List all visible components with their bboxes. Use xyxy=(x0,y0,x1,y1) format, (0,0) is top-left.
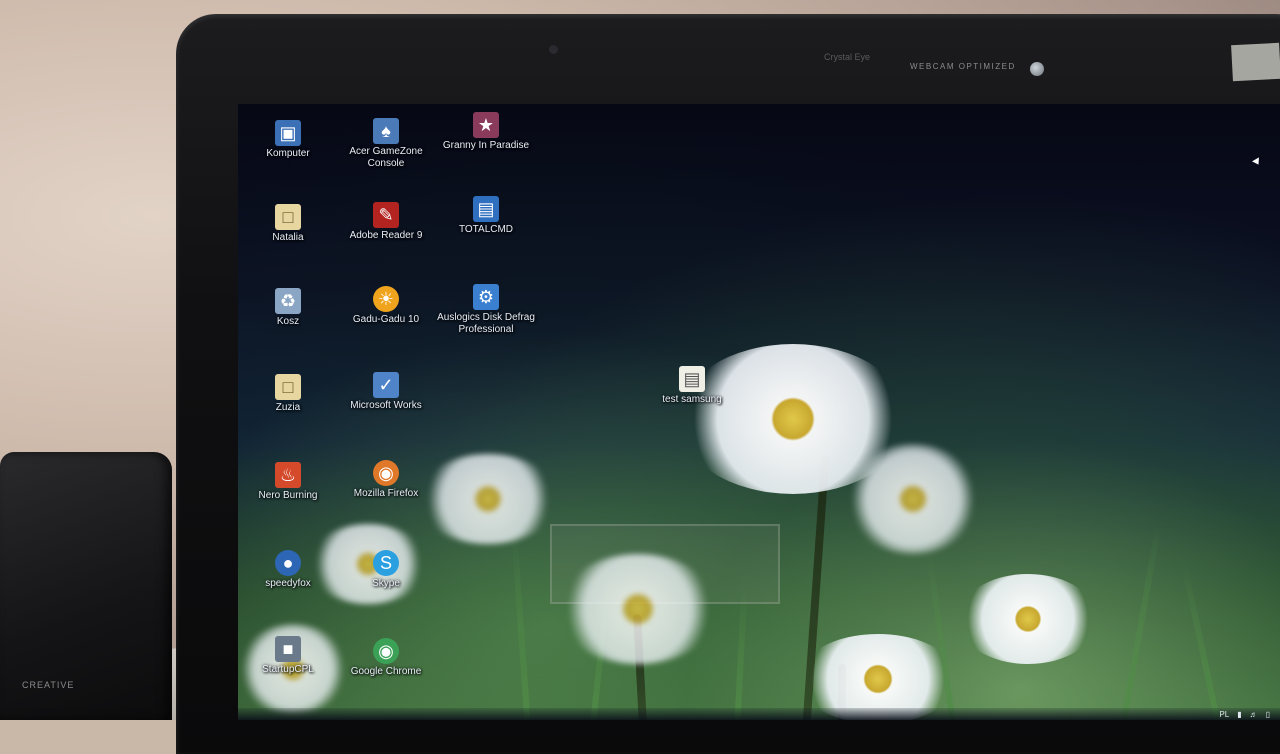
icon-label: Google Chrome xyxy=(350,666,422,677)
desktop-icon-speedyfox[interactable]: ● speedyfox xyxy=(238,550,338,590)
icon-label: Gadu-Gadu 10 xyxy=(352,314,420,325)
skype-icon: S xyxy=(373,550,399,576)
webcam-badge-icon xyxy=(1030,62,1044,76)
desktop-icon-test-samsung[interactable]: ▤ test samsung xyxy=(642,366,742,406)
icon-label: Mozilla Firefox xyxy=(353,488,419,499)
tape-strip xyxy=(1231,42,1280,82)
speaker-brand: CREATIVE xyxy=(22,680,75,690)
icon-label: Kosz xyxy=(276,316,300,327)
icon-label: Nero Burning xyxy=(258,490,318,501)
desktop-icon-komputer[interactable]: ▣ Komputer xyxy=(238,120,338,160)
mouse-cursor-icon xyxy=(1252,157,1262,167)
icon-label: Skype xyxy=(372,578,400,589)
icon-label: Komputer xyxy=(266,148,310,159)
system-tray: PL ▮ ♬ ▯ xyxy=(1219,708,1270,720)
desktop-screen: ▣ Komputer □ Natalia ♻ Kosz □ Zuzia ♨ Ne… xyxy=(238,104,1280,720)
desktop-icon-auslogics[interactable]: ⚙ Auslogics Disk Defrag Professional xyxy=(436,284,536,336)
defrag-icon: ⚙ xyxy=(473,284,499,310)
desktop-icon-natalia[interactable]: □ Natalia xyxy=(238,204,338,244)
language-indicator[interactable]: PL xyxy=(1219,710,1229,719)
icon-label: StartupCPL xyxy=(262,664,314,675)
daisy xyxy=(558,554,718,664)
webcam-lens xyxy=(549,45,558,54)
game-icon: ★ xyxy=(473,112,499,138)
volume-icon[interactable]: ♬ xyxy=(1250,710,1258,719)
taskbar: PL ▮ ♬ ▯ xyxy=(238,708,1280,720)
firefox-icon: ◉ xyxy=(373,460,399,486)
icon-label: test samsung xyxy=(662,394,722,405)
computer-icon: ▣ xyxy=(275,120,301,146)
desktop-icon-gadu-gadu[interactable]: ☀ Gadu-Gadu 10 xyxy=(336,286,436,326)
icon-label: Adobe Reader 9 xyxy=(349,230,423,241)
network-icon[interactable]: ▮ xyxy=(1237,710,1241,719)
icon-label: Auslogics Disk Defrag Professional xyxy=(437,312,535,335)
camera-label: Crystal Eye xyxy=(824,52,871,62)
user-folder-icon: □ xyxy=(275,204,301,230)
grass-blade xyxy=(511,534,531,720)
daisy xyxy=(418,454,558,544)
desktop-icon-zuzia[interactable]: □ Zuzia xyxy=(238,374,338,414)
grass-blade xyxy=(1120,524,1162,720)
webcam-label: WEBCAM OPTIMIZED xyxy=(910,62,1016,71)
flame-icon: ♨ xyxy=(275,462,301,488)
speedyfox-icon: ● xyxy=(275,550,301,576)
desktop-icon-nero[interactable]: ♨ Nero Burning xyxy=(238,462,338,502)
document-icon: ▤ xyxy=(679,366,705,392)
chrome-icon: ◉ xyxy=(373,638,399,664)
floppy-disk-icon: ▤ xyxy=(473,196,499,222)
icon-label: Granny In Paradise xyxy=(442,140,530,151)
gamezone-icon: ♠ xyxy=(373,118,399,144)
desktop-icon-skype[interactable]: S Skype xyxy=(336,550,436,590)
grass-blade xyxy=(734,583,748,720)
daisy xyxy=(848,444,978,554)
desktop-icon-startupcpl[interactable]: ■ StartupCPL xyxy=(238,636,338,676)
desktop-icon-granny[interactable]: ★ Granny In Paradise xyxy=(436,112,536,152)
desktop-icon-microsoft-works[interactable]: ✓ Microsoft Works xyxy=(336,372,436,412)
icon-label: TOTALCMD xyxy=(458,224,514,235)
desktop-icon-firefox[interactable]: ◉ Mozilla Firefox xyxy=(336,460,436,500)
icon-label: speedyfox xyxy=(265,578,311,589)
desktop-icon-kosz[interactable]: ♻ Kosz xyxy=(238,288,338,328)
user-folder-icon: □ xyxy=(275,374,301,400)
icon-label: Microsoft Works xyxy=(350,400,422,411)
desktop-icon-chrome[interactable]: ◉ Google Chrome xyxy=(336,638,436,678)
icon-label: Zuzia xyxy=(275,402,301,413)
works-icon: ✓ xyxy=(373,372,399,398)
startup-icon: ■ xyxy=(275,636,301,662)
icon-label: Acer GameZone Console xyxy=(349,146,423,169)
grass-blade xyxy=(1181,565,1221,720)
desktop-icon-acer-gamezone[interactable]: ♠ Acer GameZone Console xyxy=(336,118,436,170)
battery-icon[interactable]: ▯ xyxy=(1266,710,1270,719)
icon-label: Natalia xyxy=(272,232,304,243)
desktop-icon-totalcmd[interactable]: ▤ TOTALCMD xyxy=(436,196,536,236)
sunflower-icon: ☀ xyxy=(373,286,399,312)
recycle-bin-icon: ♻ xyxy=(275,288,301,314)
daisy xyxy=(958,574,1098,664)
desktop-icon-adobe-reader[interactable]: ✎ Adobe Reader 9 xyxy=(336,202,436,242)
pdf-icon: ✎ xyxy=(373,202,399,228)
